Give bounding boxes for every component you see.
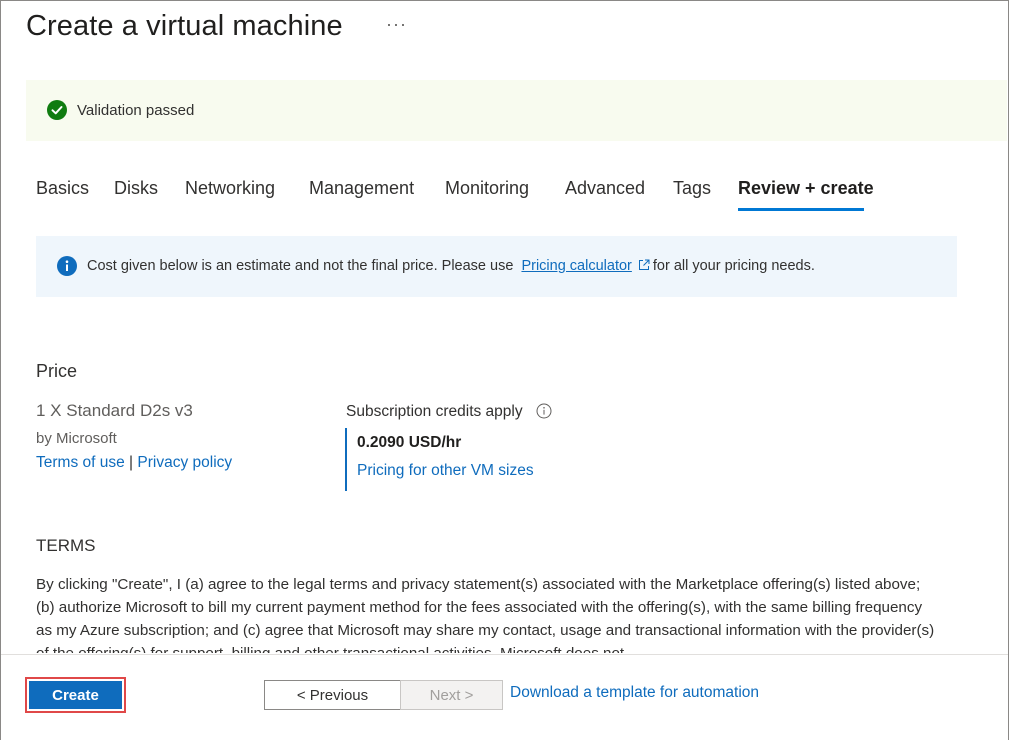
create-button-label: Create <box>29 681 122 709</box>
terms-of-use-link[interactable]: Terms of use <box>36 454 125 471</box>
link-separator: | <box>129 454 134 471</box>
tab-basics[interactable]: Basics <box>36 178 89 199</box>
external-link-icon <box>638 259 650 270</box>
tab-networking[interactable]: Networking <box>185 178 275 199</box>
tab-tags[interactable]: Tags <box>673 178 711 199</box>
footer-bar <box>1 654 1008 740</box>
create-button[interactable]: Create <box>25 677 126 713</box>
terms-heading: TERMS <box>36 536 96 555</box>
price-heading: Price <box>36 361 78 381</box>
info-text-after: for all your pricing needs. <box>652 258 815 274</box>
price-accent-bar <box>345 428 347 491</box>
tab-management[interactable]: Management <box>309 178 414 199</box>
legal-links: Terms of use | Privacy policy <box>36 454 232 472</box>
previous-button[interactable]: < Previous <box>264 680 401 710</box>
tab-disks[interactable]: Disks <box>114 178 158 199</box>
info-banner: Cost given below is an estimate and not … <box>36 236 957 297</box>
product-name: 1 X Standard D2s v3 <box>36 401 193 420</box>
tab-review-create[interactable]: Review + create <box>738 178 874 199</box>
info-outline-icon[interactable] <box>536 403 552 419</box>
pricing-calculator-link[interactable]: Pricing calculator <box>521 258 631 274</box>
validation-banner: Validation passed <box>26 80 1007 141</box>
more-options-button[interactable]: ··· <box>386 14 407 35</box>
privacy-policy-link[interactable]: Privacy policy <box>137 454 232 471</box>
validation-message: Validation passed <box>77 102 195 119</box>
publisher-name: by Microsoft <box>36 430 117 447</box>
price-rate: 0.2090 USD/hr <box>357 434 462 451</box>
terms-body: By clicking "Create", I (a) agree to the… <box>36 576 935 653</box>
subscription-credits: Subscription credits apply <box>346 403 552 421</box>
page-title: Create a virtual machine <box>26 10 343 42</box>
tab-monitoring[interactable]: Monitoring <box>445 178 529 199</box>
info-icon <box>57 256 77 276</box>
credits-label: Subscription credits apply <box>346 403 523 420</box>
active-tab-indicator <box>738 208 864 211</box>
success-check-icon <box>47 100 67 120</box>
download-template-link[interactable]: Download a template for automation <box>510 684 759 702</box>
other-vm-sizes-link[interactable]: Pricing for other VM sizes <box>357 462 534 480</box>
info-text-before: Cost given below is an estimate and not … <box>87 258 514 274</box>
next-button[interactable]: Next > <box>400 680 503 710</box>
tab-advanced[interactable]: Advanced <box>565 178 645 199</box>
